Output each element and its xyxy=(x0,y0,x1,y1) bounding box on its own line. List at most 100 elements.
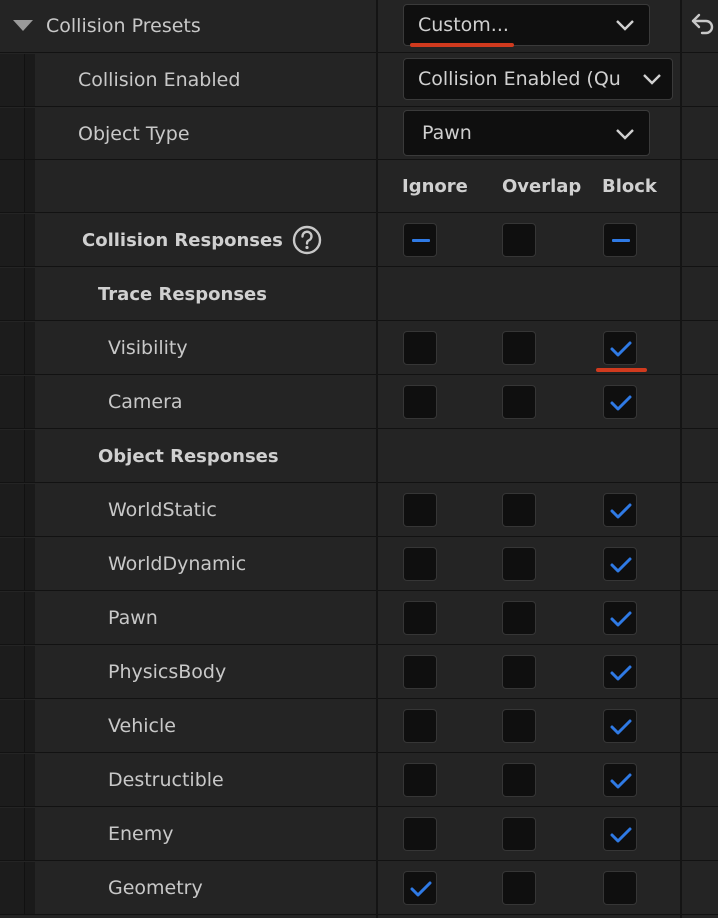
response-channel-label: WorldStatic xyxy=(108,499,217,521)
vehicle-block-checkbox[interactable] xyxy=(603,709,637,743)
camera-overlap-checkbox[interactable] xyxy=(502,385,536,419)
worldstatic-block-checkbox[interactable] xyxy=(603,493,637,527)
destructible-block-checkbox[interactable] xyxy=(603,763,637,797)
response-row-pawn: Pawn xyxy=(0,592,718,645)
response-channel-label: Geometry xyxy=(108,877,203,899)
minus-icon xyxy=(612,239,630,242)
worldstatic-overlap-checkbox[interactable] xyxy=(502,493,536,527)
response-row-worlddynamic: WorldDynamic xyxy=(0,538,718,591)
object-type-label: Object Type xyxy=(78,123,190,145)
enemy-ignore-checkbox[interactable] xyxy=(403,817,437,851)
visibility-highlight-underline xyxy=(596,368,647,372)
indent-gutter xyxy=(0,376,35,428)
object-type-dropdown[interactable]: Pawn xyxy=(403,110,650,156)
checkmark-icon xyxy=(610,827,632,843)
physicsbody-ignore-checkbox[interactable] xyxy=(403,655,437,689)
response-channel-label: PhysicsBody xyxy=(108,661,227,683)
visibility-ignore-checkbox[interactable] xyxy=(403,331,437,365)
column-divider xyxy=(376,0,378,918)
indent-gutter xyxy=(0,268,35,320)
checkmark-icon xyxy=(610,557,632,573)
checkmark-icon xyxy=(610,611,632,627)
checkmark-icon xyxy=(610,665,632,681)
pawn-overlap-checkbox[interactable] xyxy=(502,601,536,635)
worldstatic-ignore-checkbox[interactable] xyxy=(403,493,437,527)
collision-responses-ignore-checkbox[interactable] xyxy=(403,223,437,257)
indent-gutter xyxy=(0,214,35,266)
destructible-overlap-checkbox[interactable] xyxy=(502,763,536,797)
indent-gutter xyxy=(0,160,35,212)
response-channel-label: Pawn xyxy=(108,607,158,629)
trace-responses-row: Trace Responses xyxy=(0,268,718,321)
indent-gutter xyxy=(0,54,35,106)
collision-presets-dropdown[interactable]: Custom... xyxy=(403,4,650,46)
geometry-ignore-checkbox[interactable] xyxy=(403,871,437,905)
geometry-overlap-checkbox[interactable] xyxy=(502,871,536,905)
response-row-worldstatic: WorldStatic xyxy=(0,484,718,537)
checkmark-icon xyxy=(610,341,632,357)
checkmark-icon xyxy=(410,881,432,897)
collision-presets-value: Custom... xyxy=(418,14,509,36)
chevron-down-icon xyxy=(616,129,634,140)
chevron-down-icon xyxy=(616,20,634,31)
worlddynamic-ignore-checkbox[interactable] xyxy=(403,547,437,581)
collision-enabled-dropdown[interactable]: Collision Enabled (Qu xyxy=(403,58,673,100)
checkmark-icon xyxy=(610,719,632,735)
response-row-geometry: Geometry xyxy=(0,862,718,915)
checkmark-icon xyxy=(610,395,632,411)
collapse-arrow-icon[interactable] xyxy=(12,17,34,33)
response-channel-label: Vehicle xyxy=(108,715,176,737)
column-header-row: Ignore Overlap Block xyxy=(0,160,718,213)
question-circle-icon[interactable] xyxy=(292,225,322,255)
collision-responses-overlap-checkbox[interactable] xyxy=(502,223,536,257)
chevron-down-icon xyxy=(642,72,662,86)
visibility-overlap-checkbox[interactable] xyxy=(502,331,536,365)
response-channel-label: Camera xyxy=(108,391,183,413)
geometry-block-checkbox[interactable] xyxy=(603,871,637,905)
collision-enabled-value: Collision Enabled (Qu xyxy=(418,68,621,90)
collision-responses-row: Collision Responses xyxy=(0,214,718,267)
object-responses-label: Object Responses xyxy=(98,446,279,467)
indent-gutter xyxy=(0,754,35,806)
collision-responses-label: Collision Responses xyxy=(82,230,283,251)
enemy-block-checkbox[interactable] xyxy=(603,817,637,851)
camera-block-checkbox[interactable] xyxy=(603,385,637,419)
response-row-destructible: Destructible xyxy=(0,754,718,807)
minus-icon xyxy=(412,239,430,242)
physicsbody-block-checkbox[interactable] xyxy=(603,655,637,689)
indent-gutter xyxy=(0,430,35,482)
object-type-value: Pawn xyxy=(422,122,472,144)
collision-enabled-label: Collision Enabled xyxy=(78,69,241,91)
pawn-block-checkbox[interactable] xyxy=(603,601,637,635)
indent-gutter xyxy=(0,700,35,752)
response-row-vehicle: Vehicle xyxy=(0,700,718,753)
undo-arrow-icon[interactable] xyxy=(690,12,716,36)
collision-responses-block-checkbox[interactable] xyxy=(603,223,637,257)
enemy-overlap-checkbox[interactable] xyxy=(502,817,536,851)
response-channel-label: Visibility xyxy=(108,337,188,359)
response-channel-label: Destructible xyxy=(108,769,224,791)
camera-ignore-checkbox[interactable] xyxy=(403,385,437,419)
overlap-column-header: Overlap xyxy=(502,176,582,197)
column-divider-right xyxy=(680,0,682,918)
collision-panel: Collision Presets Custom... Collision En… xyxy=(0,0,718,918)
indent-gutter xyxy=(0,646,35,698)
indent-gutter xyxy=(0,808,35,860)
destructible-ignore-checkbox[interactable] xyxy=(403,763,437,797)
highlight-underline xyxy=(410,43,514,47)
response-row-enemy: Enemy xyxy=(0,808,718,861)
object-responses-row: Object Responses xyxy=(0,430,718,483)
vehicle-ignore-checkbox[interactable] xyxy=(403,709,437,743)
indent-gutter xyxy=(0,592,35,644)
visibility-block-checkbox[interactable] xyxy=(603,331,637,365)
collision-enabled-row: Collision Enabled Collision Enabled (Qu xyxy=(0,54,718,107)
vehicle-overlap-checkbox[interactable] xyxy=(502,709,536,743)
response-channel-label: Enemy xyxy=(108,823,174,845)
worlddynamic-block-checkbox[interactable] xyxy=(603,547,637,581)
checkmark-icon xyxy=(610,773,632,789)
block-column-header: Block xyxy=(602,176,657,197)
pawn-ignore-checkbox[interactable] xyxy=(403,601,437,635)
physicsbody-overlap-checkbox[interactable] xyxy=(502,655,536,689)
worlddynamic-overlap-checkbox[interactable] xyxy=(502,547,536,581)
response-row-camera: Camera xyxy=(0,376,718,429)
